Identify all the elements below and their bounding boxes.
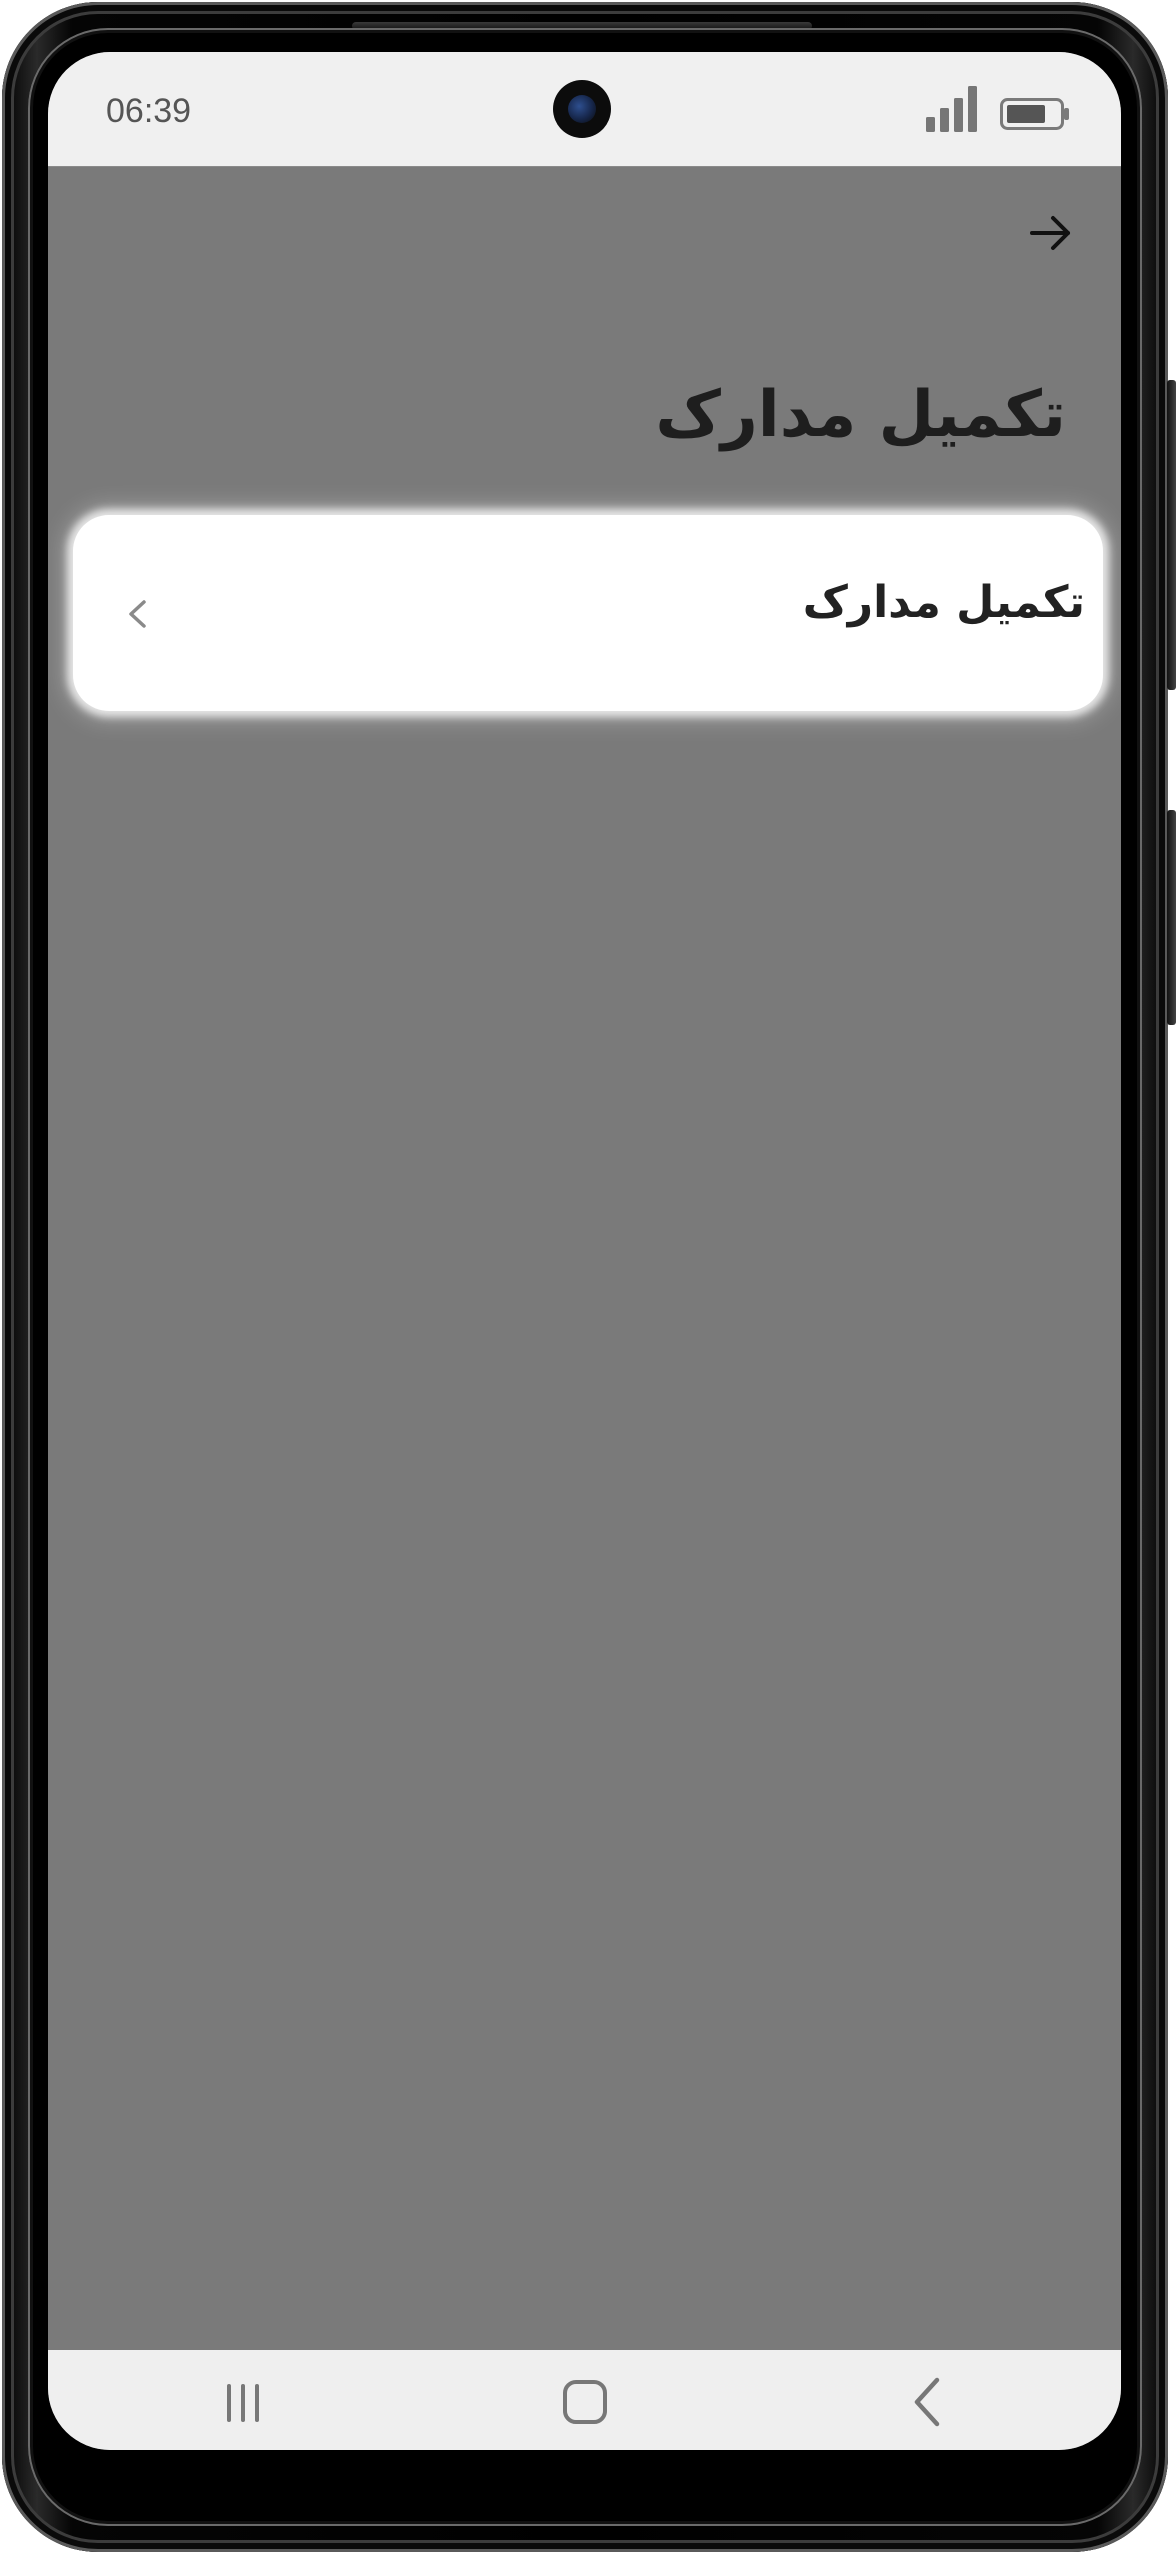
- battery-icon: [1000, 98, 1069, 130]
- cellular-signal-icon: [926, 86, 977, 132]
- arrow-right-icon[interactable]: [1026, 208, 1076, 258]
- list-item-complete-documents[interactable]: تکمیل مدارک: [73, 515, 1103, 711]
- page-title: تکمیل مدارک: [655, 378, 1066, 452]
- back-chevron-icon[interactable]: [891, 2372, 961, 2432]
- status-time: 06:39: [106, 92, 192, 130]
- front-camera-icon: [553, 80, 611, 138]
- home-icon[interactable]: [550, 2372, 620, 2432]
- phone-device: 06:39 تکمیل مدارک تکمیل مدارک: [0, 0, 1176, 2555]
- camera-lens: [568, 95, 596, 123]
- status-bar: 06:39: [48, 52, 1121, 167]
- volume-button: [1167, 380, 1176, 690]
- recents-icon[interactable]: [208, 2372, 278, 2432]
- power-button: [1167, 810, 1176, 1025]
- list-item-label: تکمیل مدارک: [802, 577, 1085, 628]
- navigation-bar: [48, 2350, 1121, 2450]
- chevron-left-icon: [129, 600, 146, 628]
- phone-screen: 06:39 تکمیل مدارک تکمیل مدارک: [48, 52, 1121, 2450]
